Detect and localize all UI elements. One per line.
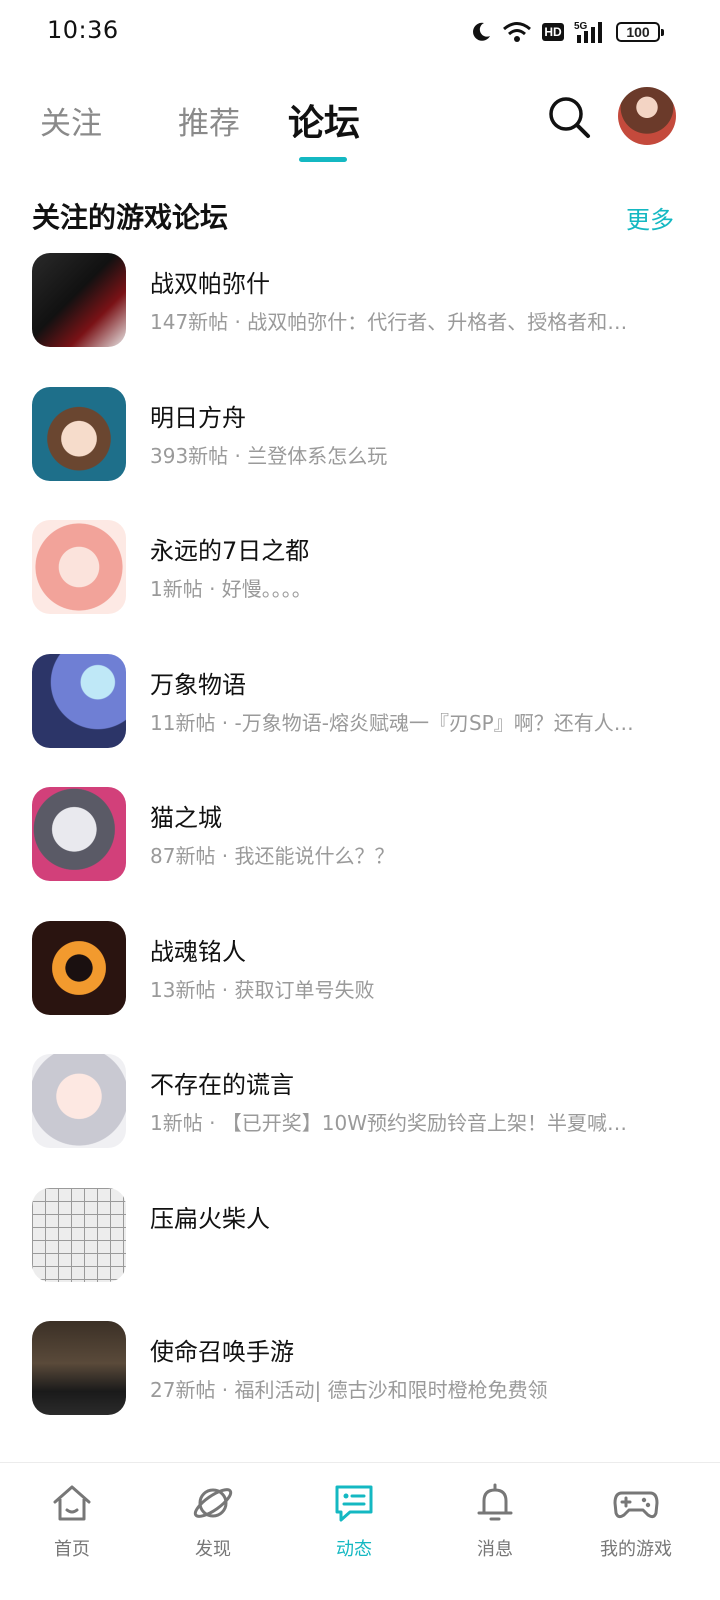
discover-icon: [193, 1488, 233, 1518]
status-time: 10:36: [47, 16, 119, 44]
moon-icon: [473, 22, 490, 41]
forum-meta: 393新帖 · 兰登体系怎么玩: [150, 443, 388, 468]
forum-name: 使命召唤手游: [150, 1338, 294, 1366]
forum-item[interactable]: 战魂铭人 13新帖 · 获取订单号失败: [0, 920, 720, 1054]
home-icon: [53, 1485, 91, 1521]
nav-my-games[interactable]: 我的游戏: [564, 1463, 708, 1573]
game-lies-icon: [32, 1054, 126, 1148]
tab-forum[interactable]: 论坛: [288, 94, 360, 146]
battery-indicator: 100: [616, 22, 664, 42]
forum-item[interactable]: 战双帕弥什 147新帖 · 战双帕弥什：代行者、升格者、授格者和…: [0, 252, 720, 386]
forum-item[interactable]: 明日方舟 393新帖 · 兰登体系怎么玩: [0, 386, 720, 520]
forum-item[interactable]: 万象物语 11新帖 · -万象物语-熔炎赋魂一『刃SP』啊？还有人…: [0, 653, 720, 787]
forum-item[interactable]: 使命召唤手游 27新帖 · 福利活动| 德古沙和限时橙枪免费领: [0, 1320, 720, 1454]
search-icon: [549, 97, 590, 138]
game-catcity-icon: [32, 787, 126, 881]
forum-name: 猫之城: [150, 804, 222, 832]
forum-meta: 11新帖 · -万象物语-熔炎赋魂一『刃SP』啊？还有人…: [150, 710, 634, 735]
status-bar: 10:36 HD 5G 100: [0, 0, 720, 64]
game-punishing-icon: [32, 253, 126, 347]
bottom-nav: 首页 发现 动态 消息 我的游戏: [0, 1462, 720, 1600]
forum-item[interactable]: 猫之城 87新帖 · 我还能说什么？？: [0, 786, 720, 920]
game-arknights-icon: [32, 386, 126, 481]
nav-discover[interactable]: 发现: [141, 1463, 285, 1573]
forum-meta: 1新帖 · 【已开奖】10W预约奖励铃音上架！半夏喊…: [150, 1111, 628, 1135]
bell-icon: [477, 1483, 513, 1521]
user-avatar[interactable]: [618, 87, 676, 145]
forum-name: 明日方舟: [150, 403, 246, 432]
game-callofduty-icon: [32, 1321, 126, 1415]
forum-name: 战双帕弥什: [150, 270, 270, 298]
forum-meta: 27新帖 · 福利活动| 德古沙和限时橙枪免费领: [150, 1378, 548, 1402]
nav-home[interactable]: 首页: [0, 1463, 144, 1573]
wifi-icon: [503, 22, 531, 42]
active-tab-indicator: [299, 157, 347, 162]
status-icons: HD 5G 100: [470, 18, 664, 46]
forum-item[interactable]: 不存在的谎言 1新帖 · 【已开奖】10W预约奖励铃音上架！半夏喊…: [0, 1053, 720, 1187]
top-tab-bar: 关注 推荐 论坛: [0, 84, 720, 174]
game-stickman-icon: [32, 1187, 126, 1282]
feed-icon: [335, 1485, 373, 1522]
forum-name: 不存在的谎言: [150, 1071, 294, 1099]
forum-item[interactable]: 压扁火柴人: [0, 1187, 720, 1321]
gamepad-icon: [613, 1491, 659, 1519]
section-title: 关注的游戏论坛: [32, 201, 229, 234]
hd-badge: HD: [542, 23, 564, 41]
forum-meta: 13新帖 · 获取订单号失败: [150, 977, 375, 1002]
forum-name: 压扁火柴人: [150, 1204, 270, 1233]
game-7days-icon: [32, 520, 126, 614]
nav-label: 动态: [336, 1539, 372, 1560]
tab-follow[interactable]: 关注: [40, 98, 102, 143]
nav-label: 首页: [54, 1539, 90, 1560]
forum-name: 永远的7日之都: [150, 537, 310, 565]
more-link[interactable]: 更多: [626, 200, 674, 235]
signal-icon: 5G: [574, 21, 602, 43]
forum-meta: 1新帖 · 好慢。。。。: [150, 577, 312, 601]
search-button[interactable]: [544, 92, 594, 142]
forum-meta: 147新帖 · 战双帕弥什：代行者、升格者、授格者和…: [150, 310, 628, 334]
tab-recommend[interactable]: 推荐: [178, 98, 240, 143]
game-soulknight-icon: [32, 920, 126, 1015]
nav-messages[interactable]: 消息: [423, 1463, 567, 1573]
network-type: 5G: [574, 21, 588, 32]
nav-label: 消息: [477, 1539, 513, 1560]
forum-name: 战魂铭人: [150, 937, 246, 966]
forum-name: 万象物语: [150, 670, 246, 699]
nav-label: 发现: [195, 1539, 231, 1560]
game-sdorica-icon: [32, 653, 126, 748]
forum-item[interactable]: 永远的7日之都 1新帖 · 好慢。。。。: [0, 519, 720, 653]
forum-meta: 87新帖 · 我还能说什么？？: [150, 844, 395, 868]
nav-feed[interactable]: 动态: [282, 1463, 426, 1573]
forum-list: 战双帕弥什 147新帖 · 战双帕弥什：代行者、升格者、授格者和… 明日方舟 3…: [0, 252, 720, 1454]
nav-label: 我的游戏: [600, 1539, 672, 1560]
